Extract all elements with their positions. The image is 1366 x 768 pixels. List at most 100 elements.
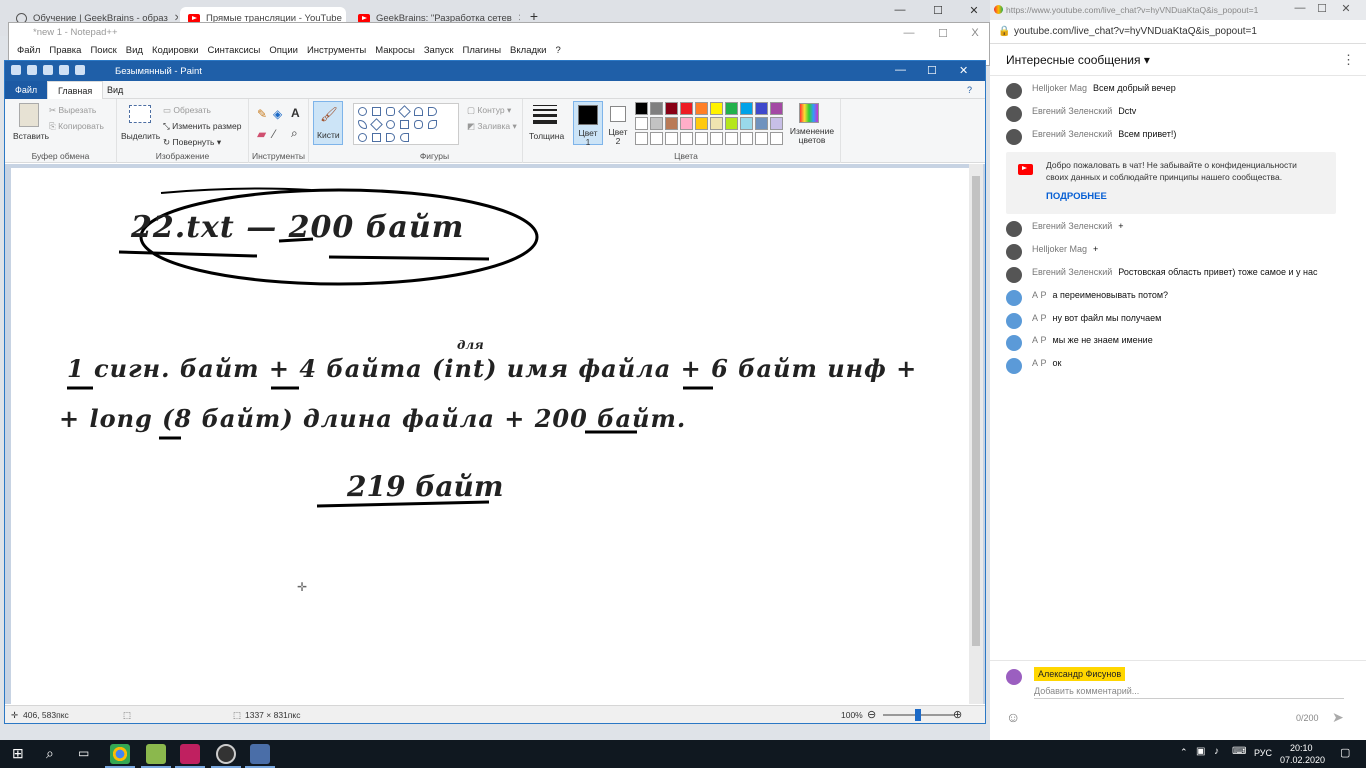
message-author[interactable]: Евгений Зеленский	[1032, 106, 1112, 116]
menu-item[interactable]: Файл	[17, 45, 40, 56]
tab-file[interactable]: Файл	[5, 81, 48, 99]
notifications-icon[interactable]: ▢	[1340, 746, 1350, 759]
color-swatch[interactable]	[770, 102, 783, 115]
menu-item[interactable]: Вкладки	[510, 45, 546, 56]
language-indicator[interactable]: РУС	[1254, 748, 1272, 758]
crop-button[interactable]: ▭ Обрезать	[163, 105, 211, 116]
rectangle-shape-icon[interactable]	[372, 107, 381, 116]
custom-color-slot[interactable]	[710, 132, 723, 145]
message-author[interactable]: Евгений Зеленский	[1032, 221, 1112, 231]
minimize-icon[interactable]: —	[895, 64, 906, 76]
minimize-icon[interactable]: —	[890, 4, 910, 16]
color-swatch[interactable]	[725, 117, 738, 130]
redo-icon[interactable]	[59, 65, 69, 75]
zoom-out-icon[interactable]: ⊖	[867, 708, 876, 721]
right-arrow-shape-icon[interactable]	[386, 133, 395, 142]
color2-button[interactable]: Цвет 2	[605, 101, 633, 146]
scrollbar-thumb[interactable]	[972, 176, 980, 646]
color-swatch[interactable]	[680, 117, 693, 130]
undo-icon[interactable]	[43, 65, 53, 75]
menu-item[interactable]: Макросы	[375, 45, 415, 56]
polygon-shape-icon[interactable]	[414, 107, 423, 116]
windows-start-icon[interactable]: ⊞	[12, 745, 24, 762]
custom-color-slot[interactable]	[650, 132, 663, 145]
maximize-icon[interactable]: ☐	[928, 4, 948, 17]
maximize-icon[interactable]: ☐	[1312, 2, 1332, 15]
shapes-gallery[interactable]	[353, 103, 459, 145]
star-shape-icon[interactable]	[358, 120, 367, 129]
task-view-icon[interactable]: ▭	[78, 746, 89, 760]
menu-item[interactable]: Плагины	[463, 45, 502, 56]
color-swatch[interactable]	[665, 102, 678, 115]
edit-colors-button[interactable]: Изменение цветов	[789, 127, 835, 145]
paste-icon[interactable]	[19, 103, 39, 127]
color-swatch[interactable]	[650, 117, 663, 130]
tab-home[interactable]: Главная	[47, 81, 104, 99]
paste-button[interactable]: Вставить	[13, 131, 49, 141]
zoom-slider[interactable]	[883, 709, 955, 721]
close-icon[interactable]: ✕	[959, 64, 968, 77]
zoom-in-icon[interactable]: ⊕	[953, 708, 962, 721]
notepadpp-taskbar-icon[interactable]	[146, 744, 166, 764]
comment-input[interactable]: Добавить комментарий...	[1034, 685, 1344, 699]
color-swatch[interactable]	[635, 117, 648, 130]
menu-item[interactable]: Синтаксисы	[208, 45, 261, 56]
rounded-rectangle-shape-icon[interactable]	[386, 107, 395, 116]
message-author[interactable]: А Р	[1032, 313, 1047, 323]
magnifier-icon[interactable]: ⌕	[291, 126, 298, 141]
send-icon[interactable]: ➤	[1332, 709, 1344, 726]
menu-item[interactable]: Вид	[126, 45, 143, 56]
color-swatch[interactable]	[650, 102, 663, 115]
pencil-icon[interactable]: ✎	[257, 107, 267, 121]
menu-item[interactable]: Поиск	[90, 45, 116, 56]
eraser-icon[interactable]: ▰	[257, 127, 266, 141]
obs-taskbar-icon[interactable]	[216, 744, 236, 764]
minimize-icon[interactable]: —	[899, 27, 919, 39]
maximize-icon[interactable]: ☐	[927, 64, 937, 77]
menu-item[interactable]: ?	[555, 45, 560, 56]
text-icon[interactable]: A	[291, 106, 300, 120]
size-icon[interactable]	[533, 105, 557, 124]
learn-more-link[interactable]: ПОДРОБНЕЕ	[1046, 191, 1107, 202]
rotate-button[interactable]: ↻ Повернуть ▾	[163, 137, 221, 148]
tab-view[interactable]: Вид	[97, 81, 133, 99]
zoom-slider-thumb[interactable]	[915, 709, 921, 721]
keyboard-icon[interactable]: ⌨	[1232, 746, 1246, 757]
menu-item[interactable]: Опции	[269, 45, 298, 56]
edit-colors-icon[interactable]	[799, 103, 819, 123]
custom-color-slot[interactable]	[635, 132, 648, 145]
close-icon[interactable]: ✕	[1336, 2, 1356, 15]
help-icon[interactable]: ?	[957, 81, 982, 99]
maximize-icon[interactable]: ☐	[933, 27, 953, 40]
color-swatch[interactable]	[695, 102, 708, 115]
custom-color-slot[interactable]	[680, 132, 693, 145]
color-swatch[interactable]	[665, 117, 678, 130]
callout-shape-icon[interactable]	[414, 120, 423, 129]
custom-color-slot[interactable]	[695, 132, 708, 145]
size-button[interactable]: Толщина	[529, 131, 564, 141]
chat-mode-dropdown[interactable]: Интересные сообщения ▾	[1006, 53, 1150, 67]
menu-item[interactable]: Правка	[49, 45, 81, 56]
resize-button[interactable]: ⤡ Изменить размер	[163, 121, 241, 132]
copy-button[interactable]: ⎘ Копировать	[49, 121, 104, 132]
left-arrow-shape-icon[interactable]	[400, 133, 409, 142]
ellipse-shape-icon[interactable]	[358, 107, 367, 116]
brushes-button[interactable]: 🖌 Кисти	[313, 101, 343, 145]
fill-icon[interactable]: ◈	[273, 107, 282, 121]
color-swatch[interactable]	[635, 102, 648, 115]
color-swatch[interactable]	[770, 117, 783, 130]
menu-item[interactable]: Запуск	[424, 45, 454, 56]
message-author[interactable]: А Р	[1032, 335, 1047, 345]
clock-date[interactable]: 07.02.2020	[1280, 755, 1325, 765]
cloud-shape-icon[interactable]	[358, 133, 367, 142]
message-author[interactable]: А Р	[1032, 290, 1047, 300]
vertical-scrollbar[interactable]	[969, 164, 983, 704]
message-author[interactable]: Helljoker Mag	[1032, 244, 1087, 254]
volume-icon[interactable]: ♪	[1214, 746, 1219, 757]
paint-taskbar-icon[interactable]	[250, 744, 270, 764]
cut-button[interactable]: ✂ Вырезать	[49, 105, 96, 116]
color-swatch[interactable]	[710, 102, 723, 115]
custom-color-slot[interactable]	[740, 132, 753, 145]
close-icon[interactable]: ✕	[964, 4, 984, 17]
minimize-icon[interactable]: —	[1290, 2, 1310, 14]
